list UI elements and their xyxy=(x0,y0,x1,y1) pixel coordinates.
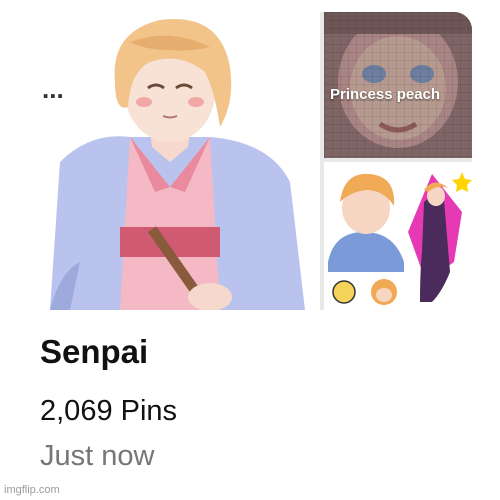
image-caption: Princess peach xyxy=(330,86,441,103)
pixel-grid-overlay xyxy=(324,12,472,158)
board-cover[interactable]: ... Princess peach xyxy=(20,12,472,310)
cover-tertiary-image xyxy=(324,162,472,310)
board-title[interactable]: Senpai xyxy=(40,333,148,371)
character-collage-illustration xyxy=(324,162,472,310)
anime-character-illustration: ... xyxy=(42,18,305,310)
pin-count: 2,069 Pins xyxy=(40,395,178,427)
cover-secondary-image: Princess peach xyxy=(324,12,472,158)
updated-timestamp: Just now xyxy=(40,440,155,472)
cover-main-image: ... xyxy=(20,12,320,310)
speech-dots: ... xyxy=(42,74,64,104)
board-card[interactable]: ... Princess peach Senpai 2,069 Pins Jus… xyxy=(0,0,500,500)
watermark: imgflip.com xyxy=(4,484,60,496)
